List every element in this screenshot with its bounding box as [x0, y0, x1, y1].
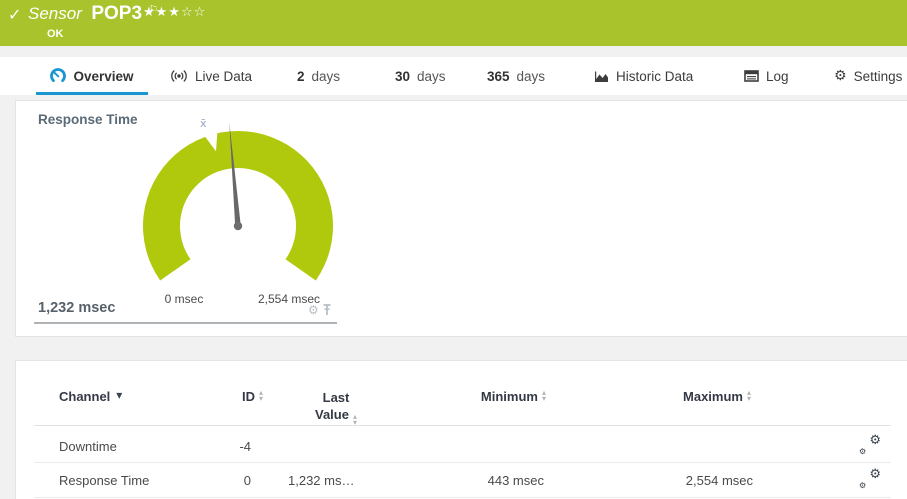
response-time-panel: Response Time x̄ 0 msec 2,554 msec 1,232…	[15, 100, 907, 337]
column-header-value-label: Value▴▾	[291, 406, 381, 426]
sensor-header: ✓ Sensor POP3 ⚐ ★★★☆☆ OK	[0, 0, 907, 46]
tab-log-label: Log	[766, 69, 789, 84]
column-header-last-value[interactable]: Last Value▴▾	[291, 389, 381, 426]
channel-settings-gears-icon[interactable]: ⚙⚙	[859, 435, 881, 453]
log-list-icon	[744, 70, 759, 82]
tab-overview[interactable]: Overview	[36, 57, 148, 95]
channel-settings-gears-icon[interactable]: ⚙⚙	[859, 469, 881, 487]
tab-2-days-unit: days	[312, 69, 341, 84]
tab-historic-data[interactable]: Historic Data	[594, 57, 693, 95]
gear-icon: ⚙	[834, 69, 847, 83]
tab-log[interactable]: Log	[744, 57, 789, 95]
row-divider	[34, 497, 891, 498]
column-header-minimum-label: Minimum	[481, 389, 538, 404]
header-divider	[34, 425, 891, 426]
sort-icon: ▴▾	[747, 390, 751, 402]
gauge-average-marker-label: x̄	[200, 117, 207, 130]
gauge-needle-pivot	[234, 222, 242, 230]
column-header-minimum[interactable]: Minimum ▴▾	[421, 389, 546, 404]
tab-30-days-unit: days	[417, 69, 446, 84]
status-ok-check-icon: ✓	[8, 5, 21, 24]
tab-2-days[interactable]: 2 days	[297, 57, 340, 95]
tab-settings[interactable]: ⚙ Settings	[834, 57, 902, 95]
sort-icon: ▴▾	[542, 390, 546, 402]
stars-empty[interactable]: ☆☆	[181, 5, 206, 20]
gauge-settings-gear-icon[interactable]: ⚙	[308, 304, 319, 316]
gauge-icon	[50, 68, 66, 84]
gauge-min-label: 0 msec	[144, 292, 224, 306]
broadcast-icon	[170, 69, 188, 83]
tab-live-data[interactable]: Live Data	[170, 57, 252, 95]
sensor-status-badge: OK	[47, 28, 64, 40]
channel-table-panel: Channel ▾ ID ▴▾ Last Value▴▾ Minimum ▴▾ …	[15, 360, 907, 499]
area-chart-icon	[594, 70, 609, 83]
tab-365-days[interactable]: 365 days	[487, 57, 545, 95]
stars-filled[interactable]: ★★★	[143, 5, 181, 20]
table-row-response-time-minimum: 443 msec	[421, 473, 544, 488]
column-header-maximum-label: Maximum	[683, 389, 743, 404]
gauge-toolbar: ⚙	[308, 304, 332, 316]
tab-365-days-number: 365	[487, 69, 510, 84]
table-row-response-time-maximum: 2,554 msec	[626, 473, 753, 488]
sensor-title: Sensor POP3 ⚐	[28, 3, 158, 25]
gauge-current-value: 1,232 msec	[38, 300, 115, 316]
column-header-maximum[interactable]: Maximum ▴▾	[626, 389, 751, 404]
table-row-response-time-channel[interactable]: Response Time	[59, 473, 149, 488]
panel-title: Response Time	[38, 112, 138, 127]
table-row-response-time-last-value: 1,232 ms…	[288, 473, 354, 488]
tab-2-days-number: 2	[297, 69, 305, 84]
priority-stars[interactable]: ★★★☆☆	[143, 5, 206, 20]
sort-icon: ▴▾	[259, 390, 263, 402]
tab-30-days-number: 30	[395, 69, 410, 84]
table-row-downtime-channel[interactable]: Downtime	[59, 439, 117, 454]
column-header-channel-label: Channel	[59, 389, 110, 404]
gauge-footer-rule	[34, 322, 337, 324]
response-time-gauge	[140, 111, 336, 311]
sort-desc-icon: ▾	[116, 389, 122, 401]
sensor-type-label: Sensor	[28, 4, 82, 23]
column-header-channel[interactable]: Channel ▾	[59, 389, 122, 404]
table-row-downtime-id: -4	[186, 439, 251, 454]
tab-live-data-label: Live Data	[195, 69, 252, 84]
column-header-last-label: Last	[291, 389, 381, 406]
tab-bar: Overview Live Data 2 days 30 days 365 da…	[0, 57, 907, 95]
tab-30-days[interactable]: 30 days	[395, 57, 446, 95]
tab-365-days-unit: days	[517, 69, 546, 84]
row-divider	[34, 462, 891, 463]
pin-icon[interactable]	[322, 304, 332, 316]
tab-historic-data-label: Historic Data	[616, 69, 693, 84]
column-header-id-label: ID	[242, 389, 255, 404]
table-row-response-time-id: 0	[186, 473, 251, 488]
tab-settings-label: Settings	[854, 69, 903, 84]
active-tab-underline	[36, 92, 148, 95]
column-header-id[interactable]: ID ▴▾	[186, 389, 263, 404]
sensor-name: POP3	[91, 3, 142, 24]
tab-overview-label: Overview	[73, 69, 133, 84]
